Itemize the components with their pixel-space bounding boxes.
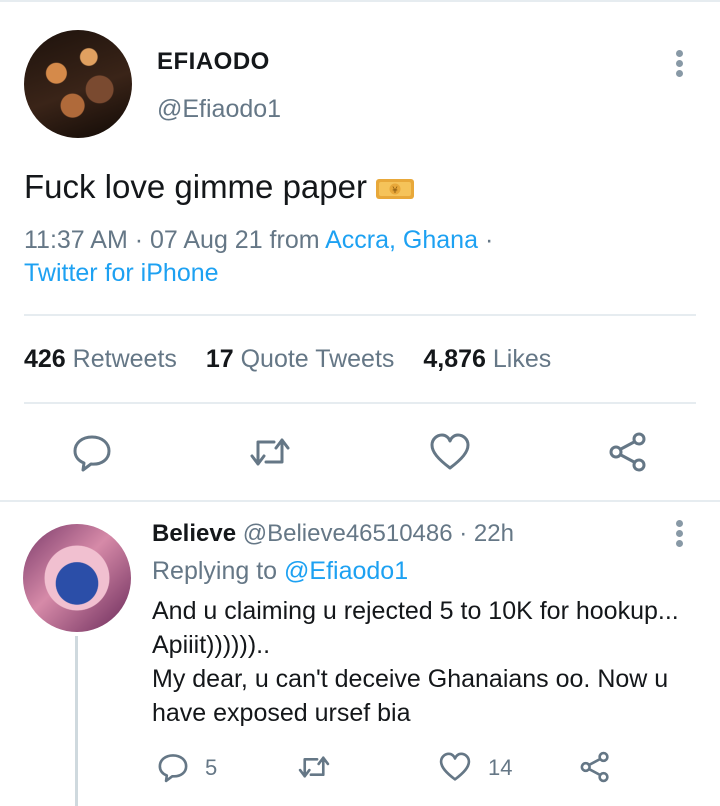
thread-line — [75, 636, 78, 806]
reply-retweet-icon[interactable] — [297, 750, 331, 784]
reply-text-line: And u claiming u rejected 5 to 10K for h… — [152, 597, 679, 625]
replying-to-prefix: Replying to — [152, 557, 278, 585]
retweets-stat[interactable]: 426 Retweets — [24, 345, 177, 373]
reply-text-line: have exposed ursef bia — [152, 699, 411, 727]
tweet-text: Fuck love gimme paper — [24, 168, 367, 205]
tweet-stats: 426 Retweets 17 Quote Tweets 4,876 Likes — [24, 345, 573, 374]
reply-time[interactable]: · 22h — [459, 520, 514, 547]
tweet-client[interactable]: Twitter for iPhone — [24, 259, 219, 288]
meta-separator: · — [484, 226, 494, 254]
reply-text-line: Apiiit)))))).. — [152, 631, 271, 659]
retweets-count: 426 — [24, 345, 66, 373]
reply-display-name[interactable]: Believe — [152, 520, 236, 547]
reply-icon[interactable] — [70, 430, 114, 474]
stats-divider-bottom — [24, 402, 696, 404]
reply-header: Believe @Believe46510486 · 22h — [152, 520, 514, 548]
tweet-location[interactable]: Accra, Ghana — [325, 226, 478, 254]
share-icon[interactable] — [606, 430, 650, 474]
author-avatar[interactable] — [24, 30, 132, 138]
reply-like-icon[interactable] — [438, 750, 472, 784]
replying-to-line: Replying to @Efiaodo1 — [152, 557, 408, 586]
reply-handle[interactable]: @Believe46510486 — [243, 520, 453, 547]
reply-reply-icon[interactable] — [156, 750, 190, 784]
reply-text: And u claiming u rejected 5 to 10K for h… — [152, 594, 697, 730]
author-handle[interactable]: @Efiaodo1 — [157, 95, 281, 124]
reply-count: 5 — [205, 755, 218, 780]
reply-like-count: 14 — [488, 755, 513, 780]
replying-to-handle[interactable]: @Efiaodo1 — [284, 557, 408, 585]
tweet-timestamp[interactable]: 11:37 AM · 07 Aug 21 from — [24, 226, 320, 254]
quote-count: 17 — [205, 345, 234, 373]
like-icon[interactable] — [428, 430, 472, 474]
tweet-text-line: Fuck love gimme paper ¥ — [24, 168, 415, 206]
more-options-icon[interactable] — [670, 48, 690, 78]
likes-label: Likes — [492, 345, 552, 373]
quote-label: Quote Tweets — [240, 345, 395, 373]
reply-share-icon[interactable] — [578, 750, 612, 784]
reply-author-avatar[interactable] — [23, 524, 131, 632]
reply-more-options-icon[interactable] — [670, 518, 690, 548]
svg-text:¥: ¥ — [392, 186, 398, 196]
retweets-label: Retweets — [72, 345, 177, 373]
reply-divider — [0, 500, 720, 502]
tweet-meta-line: 11:37 AM · 07 Aug 21 from Accra, Ghana · — [24, 226, 493, 255]
quote-tweets-stat[interactable]: 17 Quote Tweets — [206, 345, 395, 373]
money-emoji-icon: ¥ — [375, 179, 414, 200]
top-divider — [0, 0, 720, 2]
likes-stat[interactable]: 4,876 Likes — [423, 345, 551, 373]
author-display-name[interactable]: EFIAODO — [157, 48, 270, 76]
stats-divider-top — [24, 314, 696, 316]
likes-count: 4,876 — [423, 345, 486, 373]
reply-text-line: My dear, u can't deceive Ghanaians oo. N… — [152, 665, 669, 693]
retweet-icon[interactable] — [248, 430, 292, 474]
